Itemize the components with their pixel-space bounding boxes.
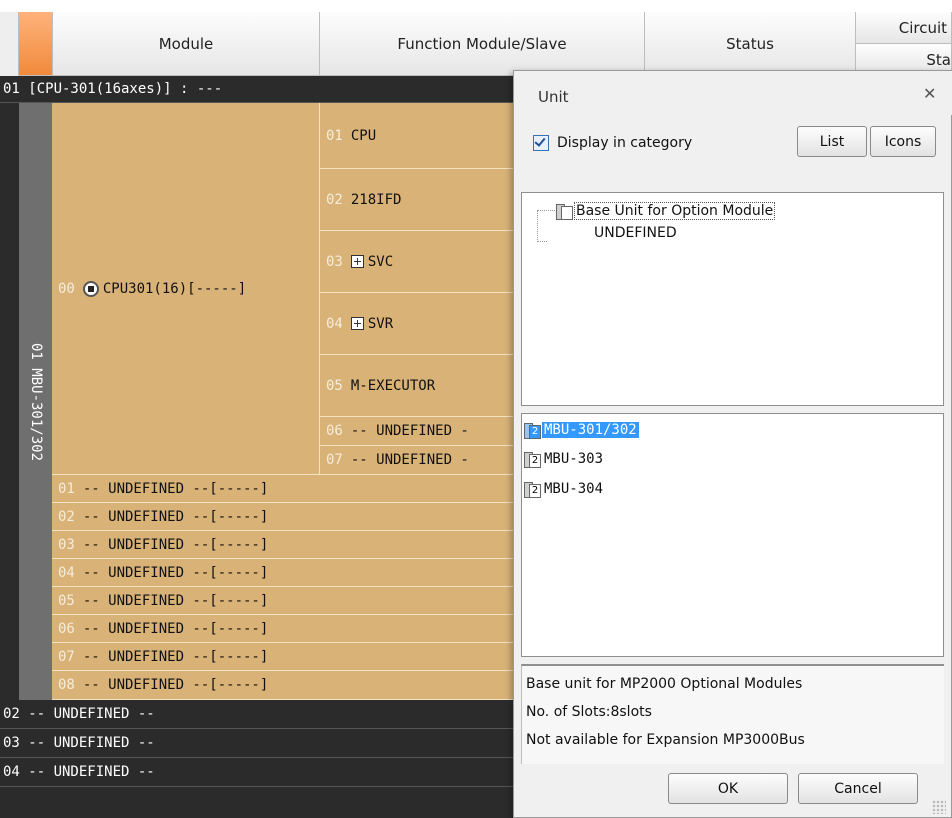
- expand-plus-icon[interactable]: [350, 255, 364, 268]
- column-header-function-module[interactable]: Function Module/Slave: [320, 12, 645, 76]
- group-row[interactable]: 04 -- UNDEFINED --: [0, 758, 520, 787]
- slot-row[interactable]: 02 -- UNDEFINED --[-----]: [52, 503, 515, 531]
- function-row[interactable]: 07 -- UNDEFINED -: [320, 446, 515, 475]
- cpu-module-name: CPU301(16)[-----]: [102, 280, 247, 297]
- header-left-edge: [0, 12, 19, 76]
- unit-icon: 2: [524, 451, 541, 468]
- category-node[interactable]: Base Unit for Option Module: [556, 202, 776, 220]
- description-line: Not available for Expansion MP3000Bus: [526, 732, 805, 748]
- slot-row[interactable]: 04 -- UNDEFINED --[-----]: [52, 559, 515, 587]
- description-line: No. of Slots:8slots: [526, 704, 652, 720]
- slot-row[interactable]: 08 -- UNDEFINED --[-----]: [52, 671, 515, 700]
- resize-grip-icon[interactable]: [932, 800, 946, 814]
- function-row[interactable]: 06 -- UNDEFINED -: [320, 417, 515, 446]
- function-row[interactable]: 01 CPU: [320, 103, 515, 169]
- column-header-module[interactable]: Module: [53, 12, 320, 76]
- slot-row[interactable]: 07 -- UNDEFINED --[-----]: [52, 643, 515, 671]
- slot-row[interactable]: 06 -- UNDEFINED --[-----]: [52, 615, 515, 643]
- category-tree-panel[interactable]: Base Unit for Option Module UNDEFINED: [521, 192, 944, 406]
- function-row[interactable]: 04 SVR: [320, 293, 515, 355]
- expand-plus-icon[interactable]: [350, 317, 364, 330]
- group-row-cpu301[interactable]: 01 [CPU-301(16axes)] : ---: [0, 76, 520, 103]
- column-header-status[interactable]: Status: [645, 12, 856, 76]
- base-unit-vertical-label[interactable]: 01 MBU-301/302: [19, 103, 52, 700]
- slot-row[interactable]: 05 -- UNDEFINED --[-----]: [52, 587, 515, 615]
- ok-button[interactable]: OK: [668, 773, 788, 804]
- base-unit-icon: [556, 203, 573, 220]
- list-button[interactable]: List: [797, 126, 867, 157]
- group-row[interactable]: 03 -- UNDEFINED --: [0, 729, 520, 758]
- display-in-category-checkbox[interactable]: Display in category: [533, 132, 783, 154]
- unit-list-item[interactable]: 2 MBU-301/302: [524, 422, 639, 439]
- tree-connector-line: [537, 210, 557, 212]
- dialog-title-bar[interactable]: Unit ✕: [514, 71, 952, 115]
- tree-left-margin: [0, 103, 19, 700]
- tree-connector-line: [537, 241, 547, 243]
- close-icon[interactable]: ✕: [923, 84, 936, 103]
- function-row[interactable]: 03 SVC: [320, 231, 515, 293]
- group-row[interactable]: 02 -- UNDEFINED --: [0, 700, 520, 729]
- unit-icon: 2: [524, 481, 541, 498]
- tree-connector-line: [537, 210, 539, 242]
- cancel-button[interactable]: Cancel: [798, 773, 918, 804]
- column-header-circuit[interactable]: Circuit: [856, 12, 952, 44]
- slot-row[interactable]: 03 -- UNDEFINED --[-----]: [52, 531, 515, 559]
- slot-row[interactable]: 01 -- UNDEFINED --[-----]: [52, 475, 515, 503]
- header-row-indicator: [19, 12, 53, 76]
- function-row[interactable]: 02 218IFD: [320, 169, 515, 231]
- cpu-module-cell[interactable]: 00 CPU301(16)[-----]: [52, 103, 320, 475]
- tree-bottom-fill: [0, 787, 520, 818]
- category-node-undefined[interactable]: UNDEFINED: [594, 225, 677, 241]
- cpu-slot-number: 00: [58, 280, 75, 297]
- unit-icon: 2: [524, 422, 541, 439]
- unit-list-item[interactable]: 2 MBU-304: [524, 481, 605, 498]
- description-line: Base unit for MP2000 Optional Modules: [526, 676, 803, 692]
- unit-list-panel[interactable]: 2 MBU-301/302 2 MBU-303 2 MBU-304: [521, 413, 944, 657]
- unit-list-item[interactable]: 2 MBU-303: [524, 451, 605, 468]
- icons-button[interactable]: Icons: [870, 126, 936, 157]
- function-row[interactable]: 05 M-EXECUTOR: [320, 355, 515, 417]
- checkbox-checked-icon[interactable]: [533, 135, 549, 151]
- dialog-title: Unit: [538, 88, 569, 106]
- cpu-radio-icon[interactable]: [82, 280, 99, 297]
- description-panel: Base unit for MP2000 Optional Modules No…: [521, 664, 944, 764]
